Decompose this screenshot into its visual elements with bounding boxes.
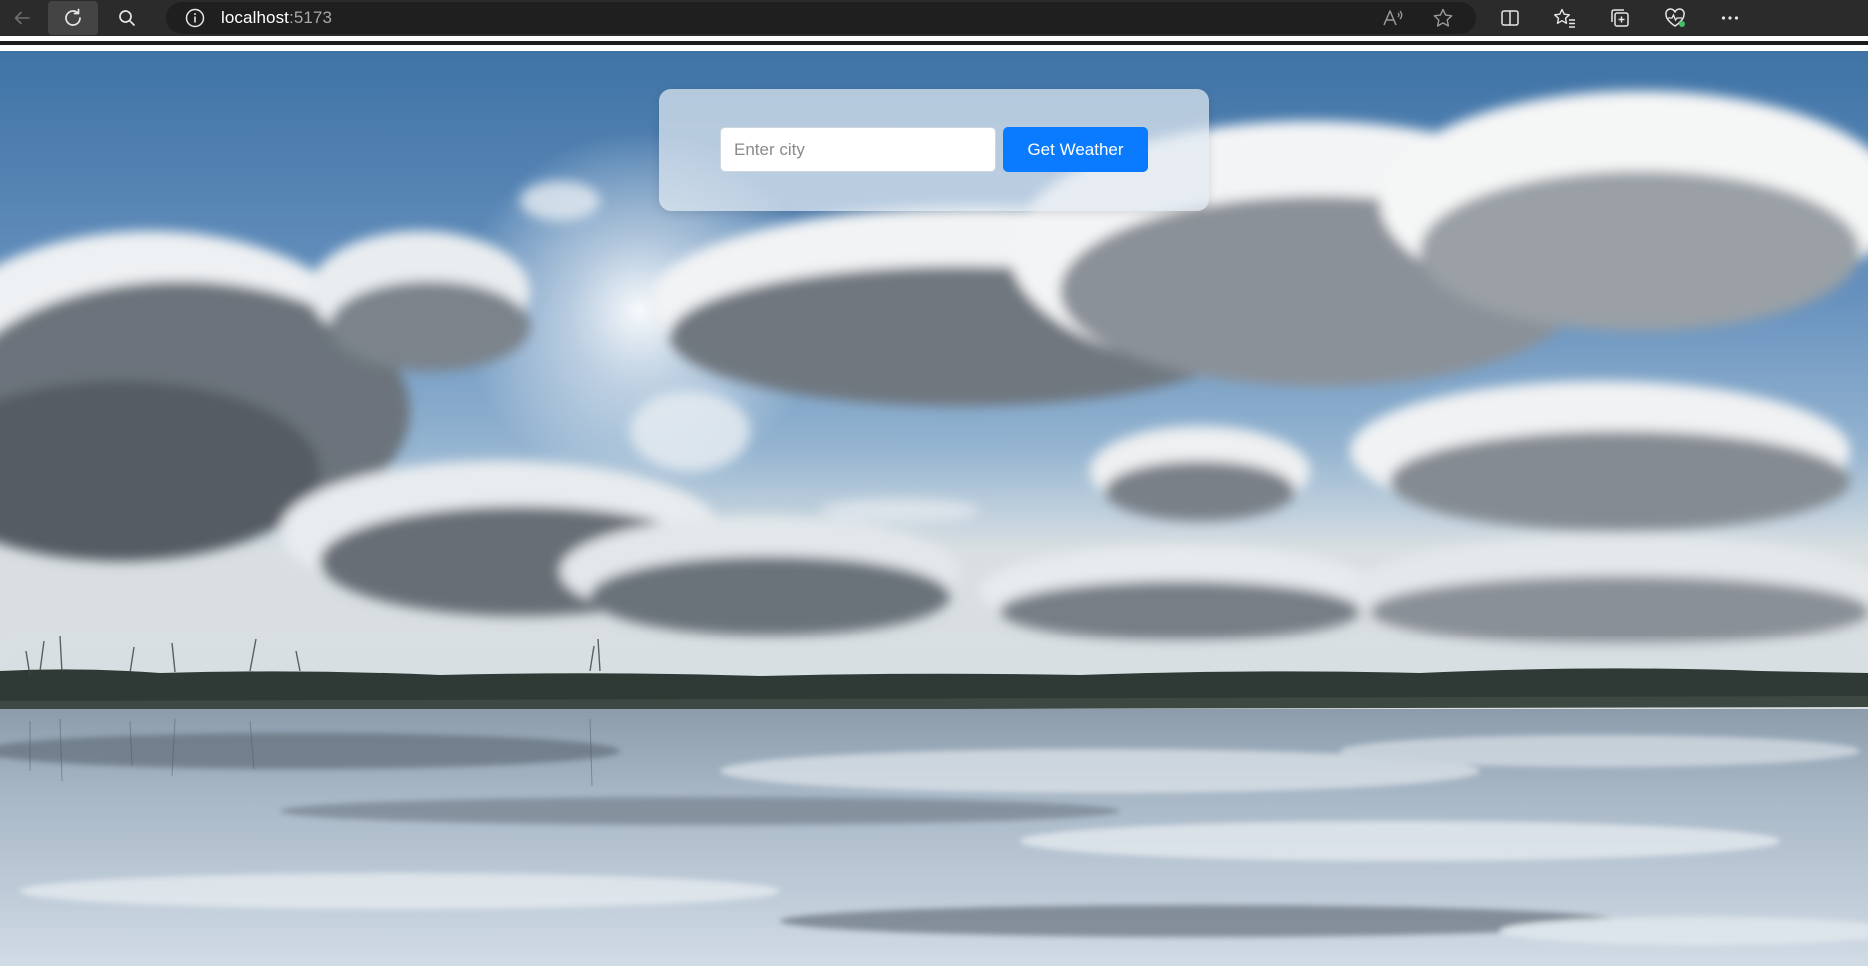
split-screen-icon [1500,10,1519,26]
info-icon[interactable] [184,7,206,29]
url-host: localhost [221,8,289,27]
city-input[interactable] [720,127,996,172]
reload-icon [65,8,81,26]
star-icon [1433,8,1453,27]
heart-pulse-icon [1664,8,1685,27]
page-top-divider [0,41,1868,45]
read-aloud-icon [1383,10,1403,26]
url-text[interactable]: localhost:5173 [221,8,332,28]
reload-button[interactable] [48,1,98,35]
split-screen-button[interactable] [1482,0,1537,36]
search-button[interactable] [102,0,152,36]
weather-page: Get Weather [0,51,1868,966]
collections-icon [1610,9,1629,27]
weather-search-card: Get Weather [659,89,1209,211]
more-icon [1721,16,1738,20]
collections-button[interactable] [1592,0,1647,36]
favorites-button[interactable] [1537,0,1592,36]
search-icon [119,10,135,26]
favorite-button[interactable] [1418,2,1468,34]
more-button[interactable] [1702,0,1757,36]
get-weather-button[interactable]: Get Weather [1003,127,1148,172]
back-button[interactable] [2,0,42,36]
browser-toolbar: localhost:5173 [0,0,1868,36]
browser-essentials-button[interactable] [1647,0,1702,36]
favorites-icon [1553,8,1575,28]
back-arrow-icon [14,11,30,25]
address-bar[interactable]: localhost:5173 [166,2,1476,34]
url-port: :5173 [289,8,333,27]
read-aloud-button[interactable] [1368,2,1418,34]
page-top-strip [0,36,1868,51]
